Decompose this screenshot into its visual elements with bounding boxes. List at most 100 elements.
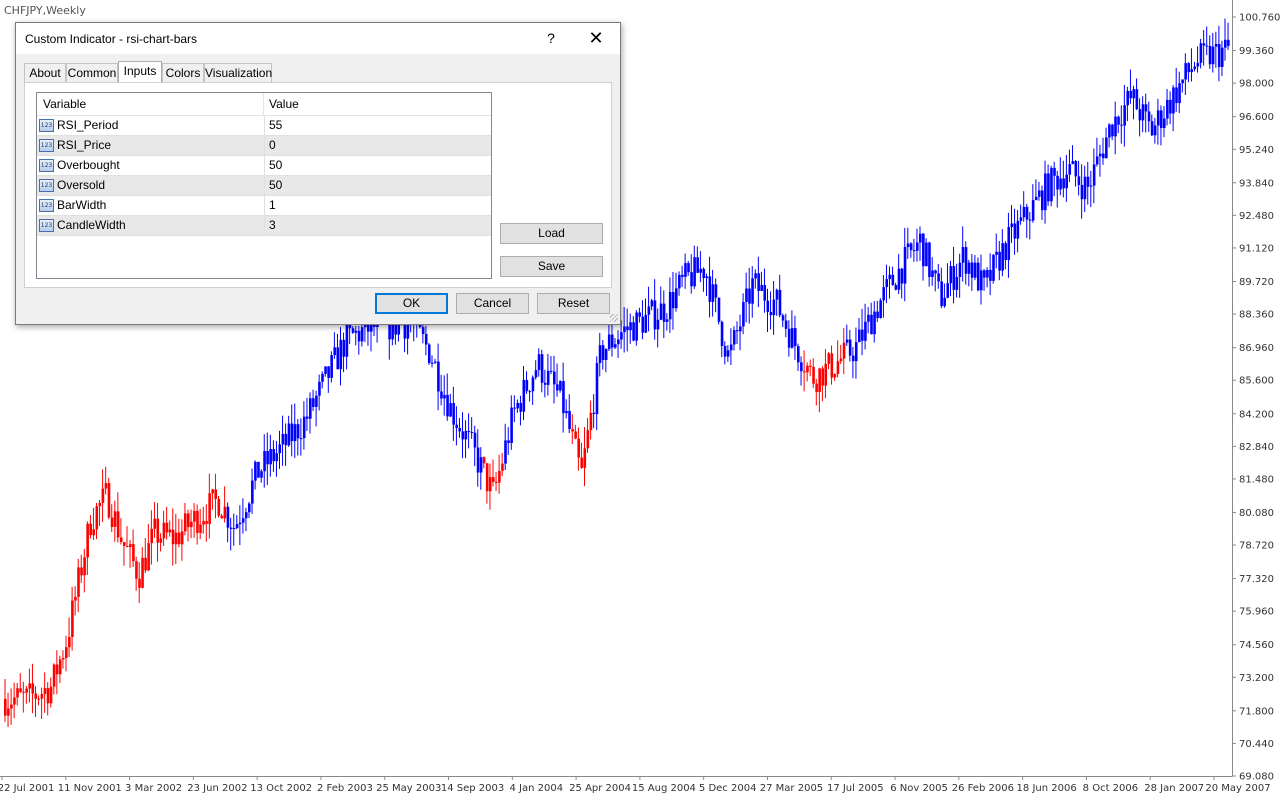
variable-name: BarWidth: [57, 198, 107, 212]
price-bar-body: [266, 451, 269, 465]
price-bar-body: [278, 444, 282, 454]
price-bar-body: [470, 431, 474, 433]
price-bar-body: [793, 328, 797, 347]
price-bar-body: [492, 477, 495, 482]
price-bar-body: [513, 407, 516, 409]
price-bar-body: [797, 346, 800, 363]
header-value[interactable]: Value: [269, 93, 299, 115]
price-bar-body: [720, 321, 724, 347]
price-bar-body: [891, 274, 895, 286]
price-bar-body: [440, 391, 443, 399]
price-bar-body: [61, 657, 65, 660]
tab-about[interactable]: About: [24, 63, 66, 82]
price-bar-body: [336, 347, 340, 370]
price-bar-body: [1019, 217, 1023, 221]
price-bar-body: [766, 300, 770, 312]
price-bar-body: [1071, 161, 1075, 165]
numeric-param-icon: 123: [39, 199, 54, 212]
time-tick-label: 25 May 2003: [376, 783, 441, 794]
price-bar-body: [546, 370, 550, 385]
variable-name: CandleWidth: [57, 218, 126, 232]
price-bar-body: [775, 289, 779, 300]
price-bar-body: [598, 345, 602, 364]
price-bar-body: [333, 347, 336, 356]
save-button[interactable]: Save: [500, 256, 603, 277]
price-bar-body: [842, 342, 846, 359]
ok-button[interactable]: OK: [375, 293, 448, 314]
variable-name: RSI_Price: [57, 138, 112, 152]
price-bar-body: [568, 410, 571, 430]
price-bar-body: [1147, 111, 1151, 122]
price-bar-body: [809, 365, 812, 367]
value-field[interactable]: 1: [264, 196, 491, 216]
load-button[interactable]: Load: [500, 223, 603, 244]
price-bar-body: [43, 688, 47, 694]
price-bar-body: [4, 698, 7, 716]
value-field[interactable]: 50: [264, 176, 491, 196]
price-bar-body: [1105, 137, 1108, 159]
close-icon[interactable]: ✕: [582, 25, 610, 51]
price-bar-body: [217, 498, 221, 516]
price-bar-body: [92, 529, 96, 536]
reset-button[interactable]: Reset: [537, 293, 610, 314]
input-row-rsi-period[interactable]: 123 RSI_Period 55: [37, 116, 491, 136]
price-bar-body: [751, 278, 754, 304]
price-bar-body: [882, 287, 885, 301]
input-row-oversold[interactable]: 123 Oversold 50: [37, 176, 491, 196]
price-bar-body: [275, 453, 279, 462]
header-variable[interactable]: Variable: [43, 93, 86, 115]
input-row-barwidth[interactable]: 123 BarWidth 1: [37, 196, 491, 216]
help-button[interactable]: ?: [540, 27, 562, 49]
price-bar-body: [577, 438, 580, 458]
price-bar-body: [476, 447, 480, 473]
tab-visualization[interactable]: Visualization: [204, 63, 272, 82]
price-bar-body: [220, 515, 224, 519]
value-field[interactable]: 0: [264, 136, 491, 156]
price-bar-body: [485, 463, 489, 492]
price-bar-body: [1059, 178, 1062, 190]
price-bar-body: [888, 274, 892, 280]
price-bar-body: [208, 493, 211, 524]
price-bar-body: [455, 424, 458, 428]
time-tick-label: 5 Dec 2004: [699, 783, 757, 794]
price-bar-body: [699, 268, 702, 273]
time-tick-label: 27 Mar 2005: [760, 783, 823, 794]
input-row-rsi-price[interactable]: 123 RSI_Price 0: [37, 136, 491, 156]
dialog-title: Custom Indicator - rsi-chart-bars: [25, 32, 198, 46]
price-bar-body: [10, 704, 13, 709]
price-tick-label: 88.360: [1239, 310, 1274, 321]
price-bar-body: [525, 379, 529, 392]
price-bar-body: [144, 557, 147, 571]
dialog-titlebar[interactable]: Custom Indicator - rsi-chart-bars ? ✕: [16, 23, 620, 54]
time-tick-label: 18 Jun 2006: [1017, 783, 1077, 794]
price-bar-body: [964, 247, 968, 274]
input-row-overbought[interactable]: 123 Overbought 50: [37, 156, 491, 176]
value-field[interactable]: 55: [264, 116, 491, 136]
price-bar-body: [662, 303, 666, 322]
price-bar-body: [1037, 190, 1041, 197]
price-tick-label: 77.320: [1239, 574, 1274, 585]
price-bar-body: [1144, 104, 1148, 112]
price-bar-body: [187, 513, 190, 528]
price-bar-body: [199, 524, 202, 533]
input-row-candlewidth[interactable]: 123 CandleWidth 3: [37, 216, 491, 236]
price-bar-body: [787, 328, 791, 348]
tab-common[interactable]: Common: [66, 63, 118, 82]
price-bar-body: [553, 371, 556, 385]
tab-inputs[interactable]: Inputs: [118, 61, 162, 83]
price-bar-body: [162, 522, 166, 539]
price-bar-body: [52, 664, 56, 687]
price-bar-body: [1202, 43, 1206, 46]
cancel-button[interactable]: Cancel: [456, 293, 529, 314]
price-bar-body: [229, 527, 233, 529]
price-tick-label: 99.360: [1239, 46, 1274, 57]
time-tick-label: 17 Jul 2005: [827, 783, 884, 794]
tab-colors[interactable]: Colors: [162, 63, 204, 82]
price-bar-body: [867, 314, 870, 322]
value-field[interactable]: 50: [264, 156, 491, 176]
price-bar-body: [138, 578, 141, 588]
value-field[interactable]: 3: [264, 216, 491, 236]
resize-grip-icon[interactable]: [610, 314, 618, 322]
header-separator[interactable]: [263, 93, 264, 115]
price-bar-body: [269, 449, 272, 465]
